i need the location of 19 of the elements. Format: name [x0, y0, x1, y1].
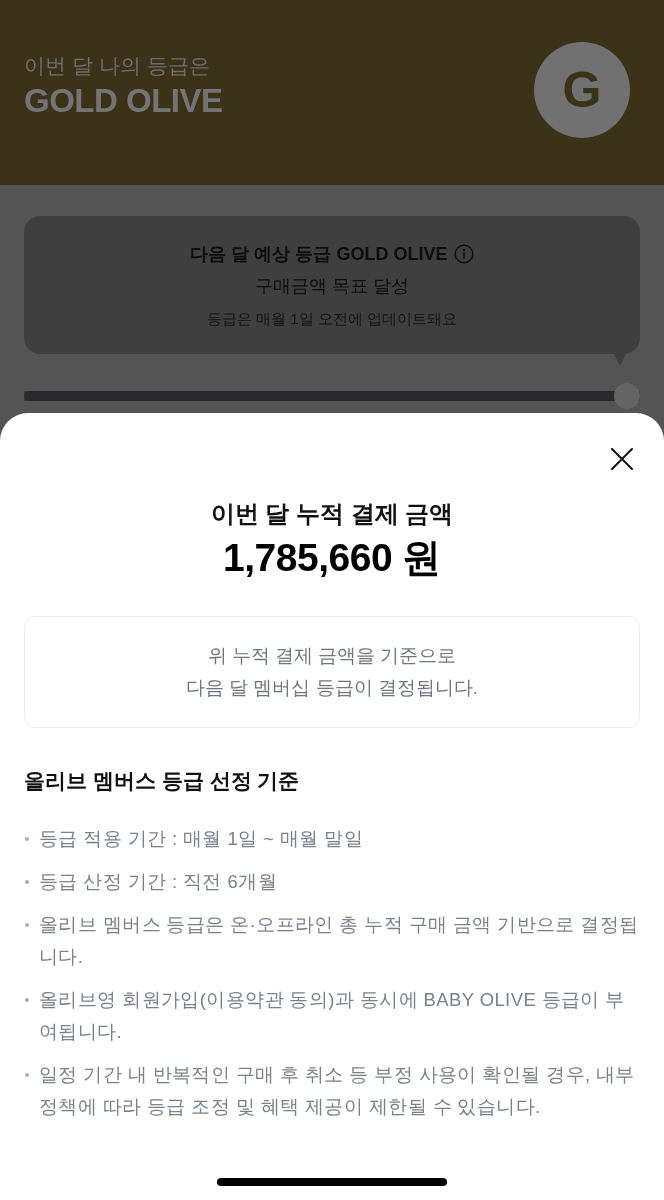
close-button[interactable]	[609, 446, 635, 472]
criteria-item: 올리브영 회원가입(이용약관 동의)과 동시에 BABY OLIVE 등급이 부여됩니다.	[39, 988, 626, 1044]
bullet-icon	[25, 923, 29, 927]
notice-text: 위 누적 결제 금액을 기준으로 다음 달 멤버십 등급이 결정됩니다.	[185, 644, 479, 700]
criteria-item: 등급 산정 기간 : 직전 6개월	[39, 870, 277, 894]
grade-name: GOLD OLIVE	[24, 80, 223, 121]
bullet-icon	[25, 998, 29, 1002]
bullet-icon	[25, 1073, 29, 1077]
grade-caption: 이번 달 나의 등급은	[24, 52, 211, 79]
bullet-icon	[25, 880, 29, 884]
grade-badge: G	[534, 41, 630, 138]
criteria-item: 일정 기간 내 반복적인 구매 후 취소 등 부정 사용이 확인될 경우, 내부 정책에 따라 등급 조정 및 혜택 제공이 제한될 수 있습니다.	[39, 1063, 636, 1119]
payment-amount: 1,785,660 원	[222, 536, 442, 580]
criteria-title: 올리브 멤버스 등급 선정 기준	[24, 768, 301, 794]
bullet-icon	[25, 837, 29, 841]
sheet-title: 이번 달 누적 결제 금액	[209, 499, 455, 529]
close-icon	[611, 448, 633, 470]
criteria-item: 올리브 멤버스 등급은 온·오프라인 총 누적 구매 금액 기반으로 결정됩니다.	[39, 913, 640, 969]
criteria-item: 등급 적용 기간 : 매월 1일 ~ 매월 말일	[39, 827, 363, 851]
